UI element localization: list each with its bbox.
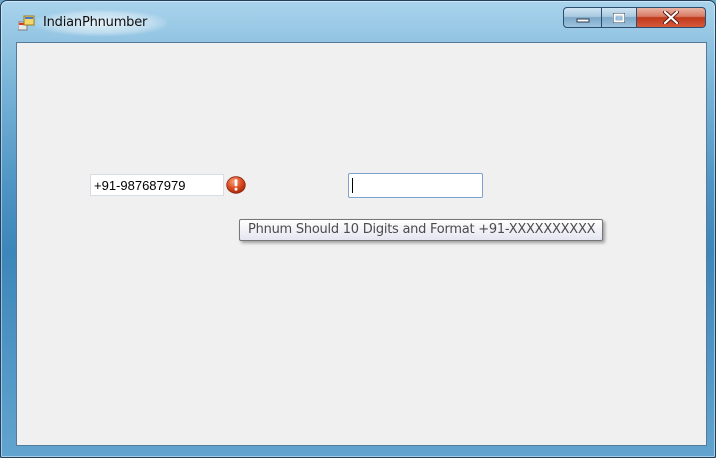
validation-tooltip: Phnum Should 10 Digits and Format +91-XX… bbox=[239, 219, 604, 241]
close-button[interactable] bbox=[636, 7, 706, 28]
error-icon bbox=[226, 176, 246, 194]
caption-buttons bbox=[563, 7, 706, 29]
phone-number-input[interactable]: +91-987687979 bbox=[90, 174, 224, 196]
maximize-icon bbox=[613, 12, 625, 23]
second-text-input[interactable] bbox=[348, 173, 483, 198]
form-client-area: +91-987687979 Phnum Should 10 Digits and… bbox=[16, 42, 707, 446]
maximize-button[interactable] bbox=[601, 7, 637, 28]
app-icon bbox=[18, 15, 35, 31]
minimize-button[interactable] bbox=[563, 7, 602, 28]
window-title: IndianPhnumber bbox=[43, 15, 148, 30]
text-caret bbox=[352, 178, 353, 193]
app-window: IndianPhnumber +91-987687979 Phnum Shoul… bbox=[0, 0, 716, 458]
minimize-icon bbox=[576, 18, 589, 22]
title-bar[interactable]: IndianPhnumber bbox=[1, 1, 715, 39]
close-icon bbox=[663, 11, 679, 24]
